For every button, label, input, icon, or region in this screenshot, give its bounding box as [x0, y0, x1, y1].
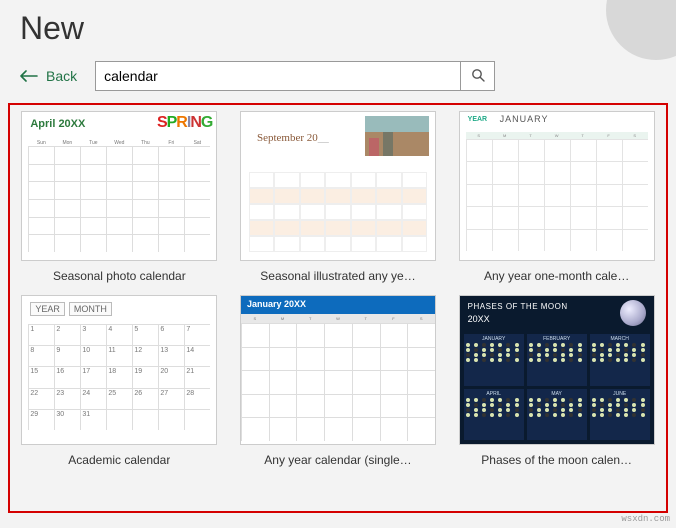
template-card-any-year-one-month[interactable]: YEAR JANUARY SMTWTFS Any year one-month …	[455, 111, 658, 283]
template-label: Any year calendar (single…	[264, 453, 411, 467]
thumb-month-label: MAY	[529, 391, 585, 397]
thumb-year-box: YEAR	[30, 302, 65, 316]
thumb-month-label: APRIL	[466, 391, 522, 397]
thumb-calendar-grid: SunMonTueWedThuFriSat	[28, 140, 210, 254]
search-icon	[471, 68, 485, 85]
back-button[interactable]: Back	[20, 68, 77, 84]
template-gallery-frame: April 20XX SPRING SunMonTueWedThuFriSat …	[8, 103, 668, 513]
thumb-calendar-grid: SMTWTFS	[241, 314, 435, 444]
page-title: New	[20, 10, 656, 47]
thumb-year: 20XX	[468, 314, 490, 324]
template-thumbnail: January 20XX SMTWTFS	[240, 295, 436, 445]
template-thumbnail: April 20XX SPRING SunMonTueWedThuFriSat	[21, 111, 217, 261]
thumb-illustration	[365, 116, 429, 156]
thumb-year: YEAR	[468, 116, 487, 123]
template-label: Academic calendar	[68, 453, 170, 467]
thumb-title: PHASES OF THE MOON	[468, 302, 568, 311]
thumb-title-bar: January 20XX	[241, 296, 435, 314]
thumb-art: SPRING	[157, 114, 212, 132]
back-arrow-icon	[20, 70, 38, 82]
template-thumbnail: PHASES OF THE MOON 20XX JANUARY FEBRUARY…	[459, 295, 655, 445]
thumb-calendar-grid: 1234567 891011121314 15161718192021 2223…	[28, 324, 210, 438]
template-thumbnail: YEAR JANUARY SMTWTFS	[459, 111, 655, 261]
thumb-title: September 20	[257, 132, 329, 144]
thumb-calendar-grid: SMTWTFS	[466, 132, 648, 254]
thumb-month-label: JANUARY	[466, 336, 522, 342]
thumb-month-label: JUNE	[592, 391, 648, 397]
search-box	[95, 61, 495, 91]
template-card-seasonal-illustrated[interactable]: September 20 Seasonal illustrated any ye…	[237, 111, 440, 283]
template-label: Phases of the moon calen…	[481, 453, 632, 467]
nav-search-row: Back	[0, 55, 676, 103]
template-label: Any year one-month cale…	[484, 269, 629, 283]
template-card-academic[interactable]: YEAR MONTH 1234567 891011121314 15161718…	[18, 295, 221, 467]
moon-icon	[620, 300, 646, 326]
thumb-month-label: MARCH	[592, 336, 648, 342]
template-thumbnail: September 20	[240, 111, 436, 261]
search-button[interactable]	[460, 62, 494, 90]
template-gallery: April 20XX SPRING SunMonTueWedThuFriSat …	[18, 111, 658, 467]
template-card-moon-phases[interactable]: PHASES OF THE MOON 20XX JANUARY FEBRUARY…	[455, 295, 658, 467]
thumb-month-box: MONTH	[69, 302, 112, 316]
thumb-months-grid: JANUARY FEBRUARY MARCH APRIL MAY JUNE	[464, 334, 650, 440]
thumb-title: April 20XX	[30, 118, 85, 130]
template-label: Seasonal illustrated any ye…	[260, 269, 415, 283]
search-input[interactable]	[96, 62, 460, 90]
template-card-seasonal-photo[interactable]: April 20XX SPRING SunMonTueWedThuFriSat …	[18, 111, 221, 283]
thumb-month-label: FEBRUARY	[529, 336, 585, 342]
thumb-month: JANUARY	[500, 114, 549, 124]
header: New	[0, 0, 676, 55]
thumb-selectors: YEAR MONTH	[30, 302, 112, 316]
template-thumbnail: YEAR MONTH 1234567 891011121314 15161718…	[21, 295, 217, 445]
back-label: Back	[46, 68, 77, 84]
template-label: Seasonal photo calendar	[53, 269, 186, 283]
watermark: wsxdn.com	[621, 514, 670, 524]
thumb-calendar-grid	[249, 162, 427, 252]
template-card-any-year-single[interactable]: January 20XX SMTWTFS Any year calendar (…	[237, 295, 440, 467]
